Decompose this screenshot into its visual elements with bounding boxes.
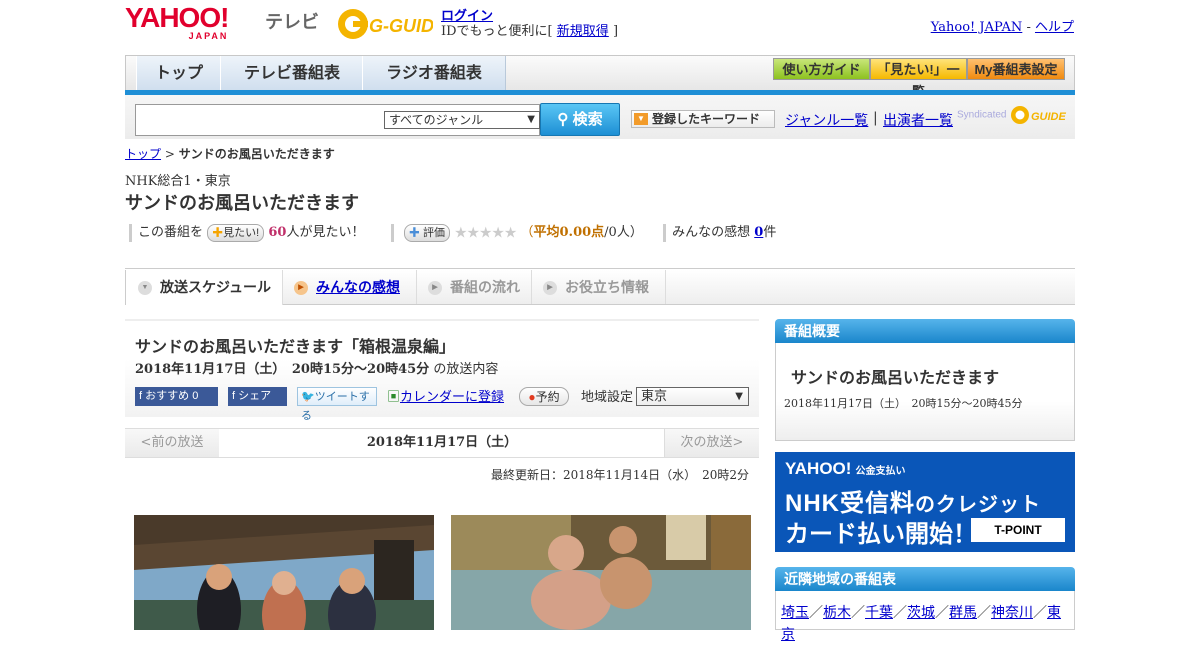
nearby-links: 埼玉／栃木／千葉／茨城／群馬／神奈川／東京 <box>781 605 1061 643</box>
breadcrumb: トップ > サンドのお風呂いただきます <box>125 147 335 161</box>
episode-title: サンドのお風呂いただきます「箱根温泉編」 <box>135 337 456 356</box>
wishlist-button[interactable]: 「見たい!」一覧 <box>870 58 967 99</box>
calendar-icon: ▣ <box>387 389 401 404</box>
arrow-right-icon: ▶ <box>294 281 308 296</box>
share-button[interactable]: f シェア <box>228 387 287 406</box>
signup-link[interactable]: 新規取得 <box>557 24 609 39</box>
summary-time: 2018年11月17日（土） 20時15分～20時45分 <box>784 397 1023 410</box>
next-broadcast[interactable]: 次の放送> <box>664 429 759 457</box>
arrow-right-icon: ▶ <box>543 281 557 296</box>
summary-box <box>775 343 1075 441</box>
rating-average: 平均0.00点 <box>533 225 605 240</box>
dropdown-icon: ▼ <box>634 113 648 125</box>
region-label: 地域設定 <box>581 389 634 404</box>
login-sub: IDでもっと便利に[ 新規取得 ] <box>441 24 619 39</box>
reserve-button[interactable]: ●予約 <box>519 387 569 406</box>
yahoo-japan-link[interactable]: Yahoo! JAPAN <box>931 20 1023 35</box>
page-title: サンドのお風呂いただきます <box>125 193 359 214</box>
nearby-link-tochigi[interactable]: 栃木 <box>823 605 851 621</box>
calendar-link[interactable]: ▣カレンダーに登録 <box>387 387 504 406</box>
arrow-down-icon: ▼ <box>138 281 152 296</box>
facebook-icon: f <box>232 390 236 402</box>
want-count: 60 <box>268 225 287 240</box>
broadcast-pager: <前の放送 2018年11月17日（土） 次の放送> <box>125 428 759 458</box>
arrow-right-icon: ▶ <box>428 281 442 296</box>
nearby-link-ibaraki[interactable]: 茨城 <box>907 605 935 621</box>
nav-tab-radio[interactable]: ラジオ番組表 <box>362 56 506 91</box>
link-separator: | <box>873 110 878 126</box>
genre-select[interactable]: すべてのジャンル ▼ <box>384 111 540 129</box>
gguide-small-logo: GUIDE <box>1011 106 1067 124</box>
syndicated-gguide: Syndicated GUIDE <box>957 104 1073 126</box>
plus-icon: ✚ <box>408 226 420 239</box>
gguide-logo-text: G-GUIDE <box>369 16 433 36</box>
want-button[interactable]: ✚見たい! <box>207 223 265 242</box>
last-updated: 最終更新日：2018年11月14日（水） 20時2分 <box>491 468 749 482</box>
chevron-down-icon: ▼ <box>527 114 535 125</box>
guide-button[interactable]: 使い方ガイド <box>773 58 870 80</box>
chevron-down-icon: ▼ <box>735 391 743 402</box>
record-icon: ● <box>528 390 536 404</box>
header-links: Yahoo! JAPAN - ヘルプ <box>930 20 1074 35</box>
ad-yahoo-logo: YAHOO! 公金支払い <box>785 459 906 478</box>
breadcrumb-current: サンドのお風呂いただきます <box>178 147 335 161</box>
nearby-heading: 近隣地域の番組表 <box>775 567 1075 591</box>
tpoint-badge: T-POINT <box>971 518 1065 542</box>
region-select[interactable]: 東京 ▼ <box>636 387 749 406</box>
tab-impressions[interactable]: ▶ みんなの感想 <box>282 270 417 304</box>
keyword-button[interactable]: ▼ 登録したキーワード <box>631 110 775 128</box>
program-stats: この番組を ✚見たい! 60人が見たい！ ✚ 評価 ★★★★★ （平均0.00点… <box>129 221 776 242</box>
nearby-link-kanagawa[interactable]: 神奈川 <box>991 605 1033 621</box>
yahoo-logo[interactable]: YAHOO! JAPAN <box>125 4 229 41</box>
tweet-button[interactable]: 🐦ツイートする <box>297 387 377 422</box>
summary-heading: 番組概要 <box>775 319 1075 343</box>
performer-list-link[interactable]: 出演者一覧 <box>883 110 953 130</box>
tab-schedule[interactable]: ▼ 放送スケジュール <box>125 270 283 305</box>
service-name[interactable]: テレビ <box>265 8 319 34</box>
search-button[interactable]: ⚲ 検索 <box>540 103 620 136</box>
rate-button[interactable]: ✚ 評価 <box>403 223 450 242</box>
nearby-link-saitama[interactable]: 埼玉 <box>781 605 809 621</box>
recommend-button[interactable]: f おすすめ 0 <box>135 387 218 406</box>
tab-flow[interactable]: ▶ 番組の流れ <box>416 270 532 304</box>
nav-tab-top[interactable]: トップ <box>136 56 222 91</box>
program-tabs: ▼ 放送スケジュール ▶ みんなの感想 ▶ 番組の流れ ▶ お役立ち情報 <box>125 270 1075 305</box>
prev-broadcast[interactable]: <前の放送 <box>125 429 220 457</box>
summary-title: サンドのお風呂いただきます <box>791 368 1000 387</box>
facebook-icon: f <box>139 390 143 402</box>
gguide-logo[interactable]: G-GUIDE <box>335 6 433 42</box>
ad-banner[interactable]: YAHOO! 公金支払い NHK受信料のクレジット カード払い開始！ T-POIN… <box>775 452 1075 552</box>
twitter-icon: 🐦 <box>301 391 315 403</box>
rating-stars: ★★★★★ <box>454 223 517 242</box>
current-broadcast-date: 2018年11月17日（土） <box>219 429 665 457</box>
help-link[interactable]: ヘルプ <box>1035 20 1074 35</box>
search-icon: ⚲ <box>557 111 569 128</box>
genre-list-link[interactable]: ジャンル一覧 <box>785 110 868 130</box>
nav-tab-tv[interactable]: テレビ番組表 <box>220 56 364 91</box>
plus-icon: ✚ <box>212 226 224 239</box>
impressions-count[interactable]: 0 <box>754 225 763 240</box>
episode-time: 2018年11月17日（土） 20時15分～20時45分 の放送内容 <box>135 362 499 377</box>
episode-photo-2[interactable] <box>451 515 751 630</box>
episode-photo-1[interactable] <box>134 515 434 630</box>
my-schedule-button[interactable]: My番組表設定 <box>967 58 1065 80</box>
nearby-link-chiba[interactable]: 千葉 <box>865 605 893 621</box>
channel-label: NHK総合1・東京 <box>125 174 231 189</box>
breadcrumb-top[interactable]: トップ <box>125 147 161 161</box>
tab-info[interactable]: ▶ お役立ち情報 <box>531 270 666 304</box>
nearby-link-gunma[interactable]: 群馬 <box>949 605 977 621</box>
svg-text:GUIDE: GUIDE <box>1031 111 1067 123</box>
